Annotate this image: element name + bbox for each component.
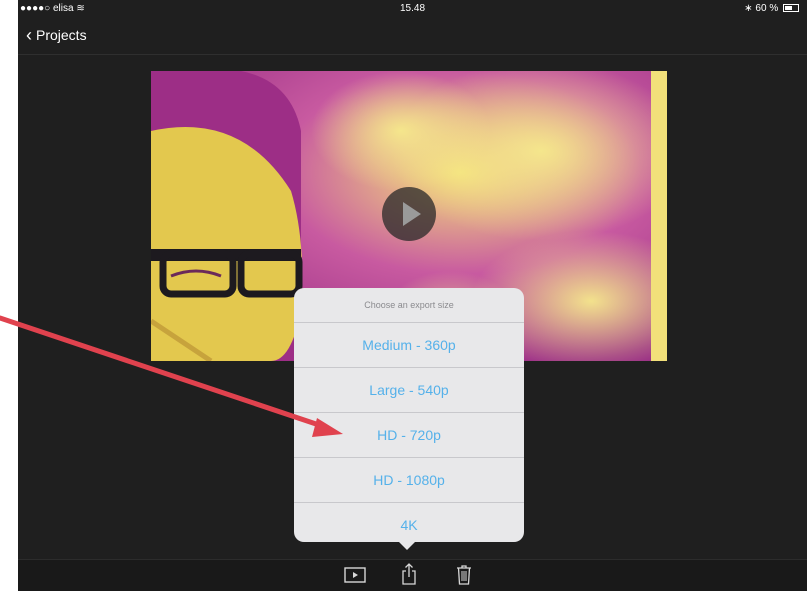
annotation-arrow: [0, 315, 343, 437]
